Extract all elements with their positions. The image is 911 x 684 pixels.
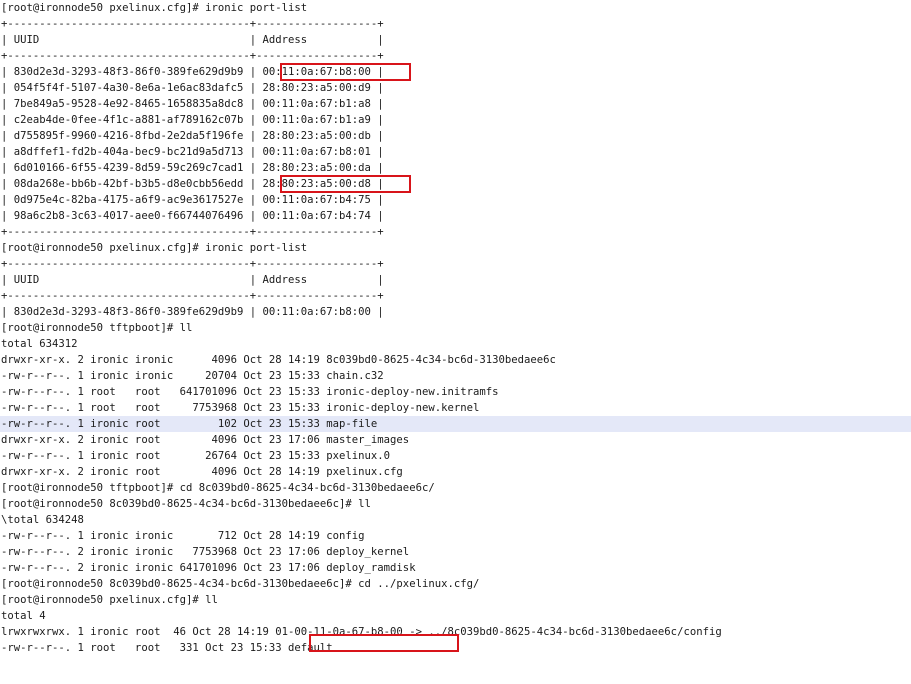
listing-entry: -rw-r--r--. 1 root root 331 Oct 23 15:33… <box>1 642 333 654</box>
listing-entry: lrwxrwxrwx. 1 ironic root 46 Oct 28 14:1… <box>1 626 722 638</box>
command-line: [root@ironnode50 pxelinux.cfg]# ironic p… <box>1 2 308 14</box>
listing-entry: -rw-r--r--. 1 ironic ironic 20704 Oct 23… <box>1 370 384 382</box>
table-row: | d755895f-9960-4216-8fbd-2e2da5f196fe |… <box>1 130 384 142</box>
table-row: | 054f5f4f-5107-4a30-8e6a-1e6ac83dafc5 |… <box>1 82 384 94</box>
table-row: | 98a6c2b8-3c63-4017-aee0-f66744076496 |… <box>1 210 384 222</box>
table-header: | UUID | Address | <box>1 274 384 286</box>
command-line: [root@ironnode50 pxelinux.cfg]# ironic p… <box>1 242 308 254</box>
table-border: +--------------------------------------+… <box>1 226 384 238</box>
output-line: \total 634248 <box>1 514 84 526</box>
listing-entry-selected: -rw-r--r--. 1 ironic root 102 Oct 23 15:… <box>0 416 911 432</box>
listing-entry: -rw-r--r--. 1 ironic root 26764 Oct 23 1… <box>1 450 391 462</box>
listing-entry: -rw-r--r--. 2 ironic ironic 641701096 Oc… <box>1 562 416 574</box>
table-row: | 6d010166-6f55-4239-8d59-59c269c7cad1 |… <box>1 162 384 174</box>
command-line: [root@ironnode50 tftpboot]# cd 8c039bd0-… <box>1 482 435 494</box>
table-row: | a8dffef1-fd2b-404a-bec9-bc21d9a5d713 |… <box>1 146 384 158</box>
terminal-window[interactable]: [root@ironnode50 pxelinux.cfg]# ironic p… <box>0 0 911 684</box>
table-border: +--------------------------------------+… <box>1 50 384 62</box>
command-line: [root@ironnode50 8c039bd0-8625-4c34-bc6d… <box>1 578 480 590</box>
table-row: | c2eab4de-0fee-4f1c-a881-af789162c07b |… <box>1 114 384 126</box>
listing-entry: -rw-r--r--. 1 root root 641701096 Oct 23… <box>1 386 499 398</box>
table-row: | 830d2e3d-3293-48f3-86f0-389fe629d9b9 |… <box>1 66 384 78</box>
output-line: total 634312 <box>1 338 78 350</box>
listing-entry: drwxr-xr-x. 2 ironic root 4096 Oct 23 17… <box>1 434 410 446</box>
table-row: | 7be849a5-9528-4e92-8465-1658835a8dc8 |… <box>1 98 384 110</box>
table-border: +--------------------------------------+… <box>1 290 384 302</box>
table-row: | 830d2e3d-3293-48f3-86f0-389fe629d9b9 |… <box>1 306 384 318</box>
command-line: [root@ironnode50 8c039bd0-8625-4c34-bc6d… <box>1 498 371 510</box>
listing-entry: -rw-r--r--. 1 ironic ironic 712 Oct 28 1… <box>1 530 365 542</box>
table-row: | 0d975e4c-82ba-4175-a6f9-ac9e3617527e |… <box>1 194 384 206</box>
listing-entry: drwxr-xr-x. 2 ironic root 4096 Oct 28 14… <box>1 466 403 478</box>
listing-entry: -rw-r--r--. 2 ironic ironic 7753968 Oct … <box>1 546 410 558</box>
table-border: +--------------------------------------+… <box>1 258 384 270</box>
listing-entry: -rw-r--r--. 1 root root 7753968 Oct 23 1… <box>1 402 480 414</box>
output-line: total 4 <box>1 610 46 622</box>
table-border: +--------------------------------------+… <box>1 18 384 30</box>
command-line: [root@ironnode50 tftpboot]# ll <box>1 322 193 334</box>
listing-entry: drwxr-xr-x. 2 ironic ironic 4096 Oct 28 … <box>1 354 556 366</box>
table-row: | 08da268e-bb6b-42bf-b3b5-d8e0cbb56edd |… <box>1 178 384 190</box>
command-line: [root@ironnode50 pxelinux.cfg]# ll <box>1 594 218 606</box>
table-header: | UUID | Address | <box>1 34 384 46</box>
